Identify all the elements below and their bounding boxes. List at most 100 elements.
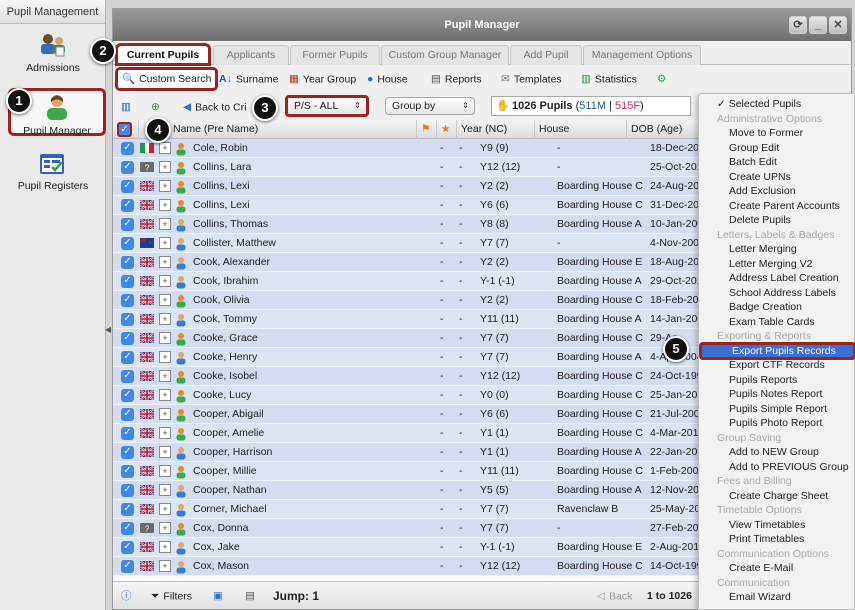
expand-icon[interactable]: + [159, 427, 171, 439]
row-checkbox[interactable]: ✓ [121, 370, 134, 383]
menu-item[interactable]: Add to PREVIOUS Group [699, 460, 855, 475]
info-icon[interactable]: ⓘ [121, 587, 132, 606]
row-checkbox[interactable]: ✓ [121, 465, 134, 478]
expand-icon[interactable]: + [159, 446, 171, 458]
menu-item[interactable]: Batch Edit [699, 155, 855, 170]
tab-current-pupils[interactable]: Current Pupils [115, 43, 211, 66]
row-checkbox[interactable]: ✓ [121, 389, 134, 402]
row-checkbox[interactable]: ✓ [121, 199, 134, 212]
expand-icon[interactable]: + [159, 522, 171, 534]
expand-icon[interactable]: + [159, 560, 171, 572]
menu-item[interactable]: Add to NEW Group [699, 445, 855, 460]
expand-icon[interactable]: + [159, 142, 171, 154]
menu-item[interactable]: Group Edit [699, 141, 855, 156]
nav-pupil-registers[interactable]: Pupil Registers [0, 150, 106, 192]
row-checkbox[interactable]: ✓ [121, 142, 134, 155]
expand-icon[interactable]: + [159, 484, 171, 496]
tab-applicants[interactable]: Applicants [213, 45, 289, 65]
menu-item[interactable]: Create UPNs [699, 170, 855, 185]
expand-icon[interactable]: + [159, 294, 171, 306]
row-checkbox[interactable]: ✓ [121, 256, 134, 269]
row-checkbox[interactable]: ✓ [121, 503, 134, 516]
row-checkbox[interactable]: ✓ [121, 294, 134, 307]
expand-icon[interactable]: + [159, 237, 171, 249]
expand-icon[interactable]: + [159, 161, 171, 173]
custom-search-button[interactable]: 🔍 Custom Search [115, 67, 219, 91]
jump-field[interactable]: Jump: 1 [273, 587, 319, 606]
row-checkbox[interactable]: ✓ [121, 313, 134, 326]
group-by-select[interactable]: Group by ⇕ [385, 97, 475, 115]
row-checkbox[interactable]: ✓ [121, 484, 134, 497]
row-checkbox[interactable]: ✓ [121, 180, 134, 193]
column-dob[interactable]: DOB (Age) [627, 120, 707, 139]
back-to-criteria-button[interactable]: ◀ Back to Cri [183, 98, 246, 117]
expand-icon[interactable]: + [159, 351, 171, 363]
row-checkbox[interactable]: ✓ [121, 446, 134, 459]
menu-item[interactable]: School Address Labels [699, 286, 855, 301]
surname-button[interactable]: A↓ Surname [219, 70, 278, 89]
menu-item[interactable]: Add Exclusion [699, 184, 855, 199]
column-layout-icon[interactable]: ▥ [121, 98, 131, 117]
row-checkbox[interactable]: ✓ [121, 218, 134, 231]
expand-icon[interactable]: + [159, 199, 171, 211]
select-all-checkbox[interactable]: ✓ [117, 122, 132, 137]
flag-column-icon[interactable]: ⚑ [417, 120, 437, 139]
menu-item[interactable]: Exam Table Cards [699, 315, 855, 330]
cog-icon[interactable]: ⚙ [657, 70, 670, 89]
ps-filter-select[interactable]: P/S - ALL ⇕ [285, 95, 369, 117]
row-checkbox[interactable]: ✓ [121, 408, 134, 421]
expand-icon[interactable]: + [159, 313, 171, 325]
row-checkbox[interactable]: ✓ [121, 560, 134, 573]
menu-item[interactable]: Pupils Simple Report [699, 402, 855, 417]
export-icon[interactable]: ▣ [213, 587, 223, 606]
menu-item[interactable]: Pupils Notes Report [699, 387, 855, 402]
row-checkbox[interactable]: ✓ [121, 275, 134, 288]
print-icon[interactable]: ▤ [245, 587, 255, 606]
templates-button[interactable]: ✉ Templates [501, 70, 562, 89]
row-checkbox[interactable]: ✓ [121, 237, 134, 250]
expand-icon[interactable]: + [159, 541, 171, 553]
menu-item[interactable]: Email Wizard [699, 590, 855, 605]
menu-item[interactable]: Letter Merging V2 [699, 257, 855, 272]
expand-icon[interactable]: + [159, 218, 171, 230]
expand-icon[interactable]: + [159, 465, 171, 477]
star-column-icon[interactable]: ★ [437, 120, 457, 139]
statistics-button[interactable]: ▥ Statistics [581, 70, 637, 89]
reports-button[interactable]: ▤ Reports [431, 70, 482, 89]
column-year[interactable]: Year (NC) [457, 120, 535, 139]
row-checkbox[interactable]: ✓ [121, 161, 134, 174]
minimize-icon[interactable]: _ [809, 16, 827, 34]
column-house[interactable]: House [535, 120, 627, 139]
tab-add-pupil[interactable]: Add Pupil [510, 45, 582, 65]
refresh-icon[interactable]: ⟳ [789, 16, 807, 34]
menu-item[interactable]: Export CTF Records [699, 358, 855, 373]
collapse-handle-icon[interactable]: ◀ [105, 325, 111, 334]
menu-item[interactable]: Move to Former [699, 126, 855, 141]
menu-item[interactable]: Export Pupils Records [699, 341, 855, 360]
back-page-button[interactable]: ◁ Back [597, 587, 632, 606]
menu-item[interactable]: View Timetables [699, 518, 855, 533]
year-group-button[interactable]: ▦ Year Group [289, 70, 356, 89]
expand-icon[interactable]: + [159, 408, 171, 420]
row-checkbox[interactable]: ✓ [121, 427, 134, 440]
close-icon[interactable]: ✕ [829, 16, 847, 34]
menu-item[interactable]: Address Label Creation [699, 271, 855, 286]
row-checkbox[interactable]: ✓ [121, 351, 134, 364]
menu-item[interactable]: Letter Merging [699, 242, 855, 257]
tab-management-options[interactable]: Management Options [583, 45, 701, 65]
row-checkbox[interactable]: ✓ [121, 541, 134, 554]
tab-custom-group-manager[interactable]: Custom Group Manager [381, 45, 509, 65]
menu-item[interactable]: Create Charge Sheet [699, 489, 855, 504]
menu-item[interactable]: Create Parent Accounts [699, 199, 855, 214]
menu-item[interactable]: Pupils Photo Report [699, 416, 855, 431]
menu-item[interactable]: ✓ Selected Pupils [699, 97, 855, 112]
expand-icon[interactable]: + [159, 180, 171, 192]
expand-icon[interactable]: + [159, 503, 171, 515]
expand-icon[interactable]: + [159, 332, 171, 344]
menu-item[interactable]: Create E-Mail [699, 561, 855, 576]
expand-icon[interactable]: + [159, 389, 171, 401]
row-checkbox[interactable]: ✓ [121, 522, 134, 535]
menu-item[interactable]: Delete Pupils [699, 213, 855, 228]
column-name[interactable]: Name (Pre Name) [169, 120, 417, 139]
expand-icon[interactable]: + [159, 256, 171, 268]
